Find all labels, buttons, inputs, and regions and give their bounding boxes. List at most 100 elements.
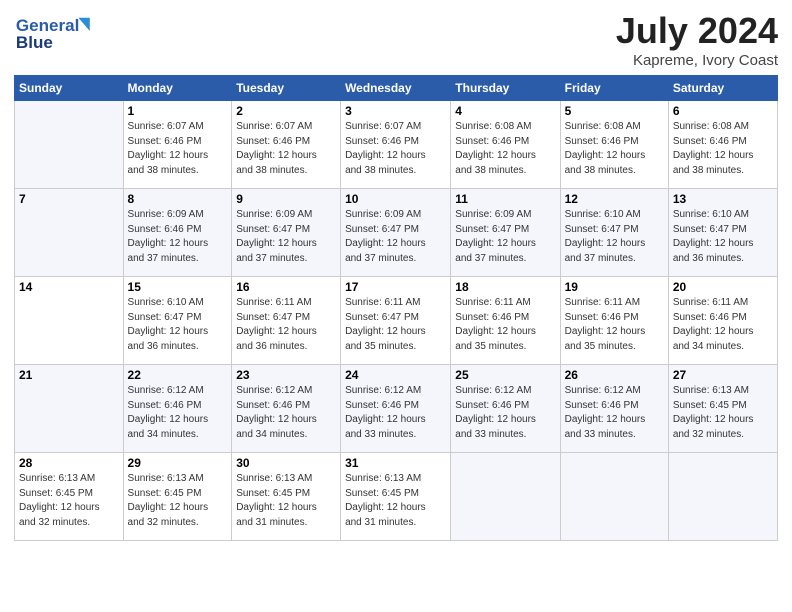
calendar-cell: 28 Sunrise: 6:13 AM Sunset: 6:45 PM Dayli… [15,453,124,541]
day-header-friday: Friday [560,76,668,101]
day-info: Sunrise: 6:10 AM Sunset: 6:47 PM Dayligh… [565,208,664,266]
day-number: 4 [455,104,555,118]
calendar-cell: 18Sunrise: 6:11 AM Sunset: 6:46 PM Dayli… [451,277,560,365]
calendar-cell: 14 [15,277,124,365]
calendar-cell [451,453,560,541]
day-info: Sunrise: 6:09 AM Sunset: 6:47 PM Dayligh… [455,208,555,266]
day-info: Sunrise: 6:12 AM Sunset: 6:46 PM Dayligh… [565,384,664,442]
calendar: SundayMondayTuesdayWednesdayThursdayFrid… [14,75,778,541]
day-info: Sunrise: 6:13 AM Sunset: 6:45 PM Dayligh… [128,472,228,530]
calendar-cell: 21 [15,365,124,453]
day-number: 17 [345,280,446,294]
day-info: Sunrise: 6:13 AM Sunset: 6:45 PM Dayligh… [236,472,336,530]
calendar-cell: 25 Sunrise: 6:12 AM Sunset: 6:46 PM Dayli… [451,365,560,453]
calendar-body: 1 Sunrise: 6:07 AM Sunset: 6:46 PM Daylig… [15,101,778,541]
title-area: July 2024 Kapreme, Ivory Coast [616,10,778,69]
main-title: July 2024 [616,10,778,52]
day-info: Sunrise: 6:10 AM Sunset: 6:47 PM Dayligh… [673,208,773,266]
calendar-cell: 1 Sunrise: 6:07 AM Sunset: 6:46 PM Daylig… [123,101,232,189]
day-number: 27 [673,368,773,382]
day-number: 1 [128,104,228,118]
days-header-row: SundayMondayTuesdayWednesdayThursdayFrid… [15,76,778,101]
calendar-cell: 8 Sunrise: 6:09 AM Sunset: 6:46 PM Daylig… [123,189,232,277]
day-info: Sunrise: 6:07 AM Sunset: 6:46 PM Dayligh… [345,120,446,178]
day-number: 26 [565,368,664,382]
day-header-thursday: Thursday [451,76,560,101]
calendar-cell [668,453,777,541]
day-info: Sunrise: 6:10 AM Sunset: 6:47 PM Dayligh… [128,296,228,354]
calendar-cell: 7 [15,189,124,277]
day-info: Sunrise: 6:08 AM Sunset: 6:46 PM Dayligh… [455,120,555,178]
day-info: Sunrise: 6:12 AM Sunset: 6:46 PM Dayligh… [236,384,336,442]
day-number: 7 [19,192,119,206]
day-number: 9 [236,192,336,206]
day-number: 22 [128,368,228,382]
day-number: 30 [236,456,336,470]
calendar-cell: 31Sunrise: 6:13 AM Sunset: 6:45 PM Dayli… [341,453,451,541]
sub-title: Kapreme, Ivory Coast [616,52,778,69]
calendar-cell: 19Sunrise: 6:11 AM Sunset: 6:46 PM Dayli… [560,277,668,365]
calendar-cell: 23 Sunrise: 6:12 AM Sunset: 6:46 PM Dayli… [232,365,341,453]
day-number: 11 [455,192,555,206]
day-number: 8 [128,192,228,206]
day-info: Sunrise: 6:09 AM Sunset: 6:46 PM Dayligh… [128,208,228,266]
calendar-cell [560,453,668,541]
day-number: 21 [19,368,119,382]
calendar-cell: 2 Sunrise: 6:07 AM Sunset: 6:46 PM Daylig… [232,101,341,189]
day-number: 14 [19,280,119,294]
day-info: Sunrise: 6:12 AM Sunset: 6:46 PM Dayligh… [128,384,228,442]
calendar-cell: 24Sunrise: 6:12 AM Sunset: 6:46 PM Dayli… [341,365,451,453]
day-header-sunday: Sunday [15,76,124,101]
calendar-cell: 27 Sunrise: 6:13 AM Sunset: 6:45 PM Dayli… [668,365,777,453]
day-number: 10 [345,192,446,206]
day-info: Sunrise: 6:08 AM Sunset: 6:46 PM Dayligh… [565,120,664,178]
day-number: 19 [565,280,664,294]
day-number: 2 [236,104,336,118]
calendar-cell: 5 Sunrise: 6:08 AM Sunset: 6:46 PM Daylig… [560,101,668,189]
calendar-cell: 15 Sunrise: 6:10 AM Sunset: 6:47 PM Dayli… [123,277,232,365]
day-info: Sunrise: 6:07 AM Sunset: 6:46 PM Dayligh… [236,120,336,178]
day-header-monday: Monday [123,76,232,101]
day-info: Sunrise: 6:11 AM Sunset: 6:46 PM Dayligh… [673,296,773,354]
day-number: 31 [345,456,446,470]
day-number: 25 [455,368,555,382]
week-row-2: 78 Sunrise: 6:09 AM Sunset: 6:46 PM Dayli… [15,189,778,277]
day-info: Sunrise: 6:12 AM Sunset: 6:46 PM Dayligh… [455,384,555,442]
day-number: 23 [236,368,336,382]
header: General Blue July 2024 Kapreme, Ivory Co… [14,10,778,69]
calendar-cell: 30 Sunrise: 6:13 AM Sunset: 6:45 PM Dayli… [232,453,341,541]
week-row-3: 14 15 Sunrise: 6:10 AM Sunset: 6:47 PM Day… [15,277,778,365]
day-info: Sunrise: 6:09 AM Sunset: 6:47 PM Dayligh… [345,208,446,266]
calendar-cell: 29Sunrise: 6:13 AM Sunset: 6:45 PM Dayli… [123,453,232,541]
calendar-cell: 20Sunrise: 6:11 AM Sunset: 6:46 PM Dayli… [668,277,777,365]
day-number: 6 [673,104,773,118]
calendar-cell: 11 Sunrise: 6:09 AM Sunset: 6:47 PM Dayli… [451,189,560,277]
day-info: Sunrise: 6:13 AM Sunset: 6:45 PM Dayligh… [19,472,119,530]
calendar-cell: 9 Sunrise: 6:09 AM Sunset: 6:47 PM Daylig… [232,189,341,277]
week-row-1: 1 Sunrise: 6:07 AM Sunset: 6:46 PM Daylig… [15,101,778,189]
day-number: 28 [19,456,119,470]
calendar-cell: 13Sunrise: 6:10 AM Sunset: 6:47 PM Dayli… [668,189,777,277]
day-number: 3 [345,104,446,118]
day-number: 15 [128,280,228,294]
day-info: Sunrise: 6:08 AM Sunset: 6:46 PM Dayligh… [673,120,773,178]
calendar-cell: 16Sunrise: 6:11 AM Sunset: 6:47 PM Dayli… [232,277,341,365]
calendar-cell [15,101,124,189]
day-header-wednesday: Wednesday [341,76,451,101]
week-row-4: 21 22 Sunrise: 6:12 AM Sunset: 6:46 PM Day… [15,365,778,453]
day-header-tuesday: Tuesday [232,76,341,101]
day-info: Sunrise: 6:07 AM Sunset: 6:46 PM Dayligh… [128,120,228,178]
calendar-cell: 3 Sunrise: 6:07 AM Sunset: 6:46 PM Daylig… [341,101,451,189]
day-info: Sunrise: 6:13 AM Sunset: 6:45 PM Dayligh… [673,384,773,442]
calendar-cell: 17 Sunrise: 6:11 AM Sunset: 6:47 PM Dayli… [341,277,451,365]
day-number: 18 [455,280,555,294]
day-info: Sunrise: 6:11 AM Sunset: 6:47 PM Dayligh… [345,296,446,354]
day-info: Sunrise: 6:09 AM Sunset: 6:47 PM Dayligh… [236,208,336,266]
day-number: 5 [565,104,664,118]
calendar-cell: 10 Sunrise: 6:09 AM Sunset: 6:47 PM Dayli… [341,189,451,277]
day-header-saturday: Saturday [668,76,777,101]
logo: General Blue [14,10,104,54]
calendar-cell: 22 Sunrise: 6:12 AM Sunset: 6:46 PM Dayli… [123,365,232,453]
day-number: 24 [345,368,446,382]
calendar-cell: 6 Sunrise: 6:08 AM Sunset: 6:46 PM Daylig… [668,101,777,189]
